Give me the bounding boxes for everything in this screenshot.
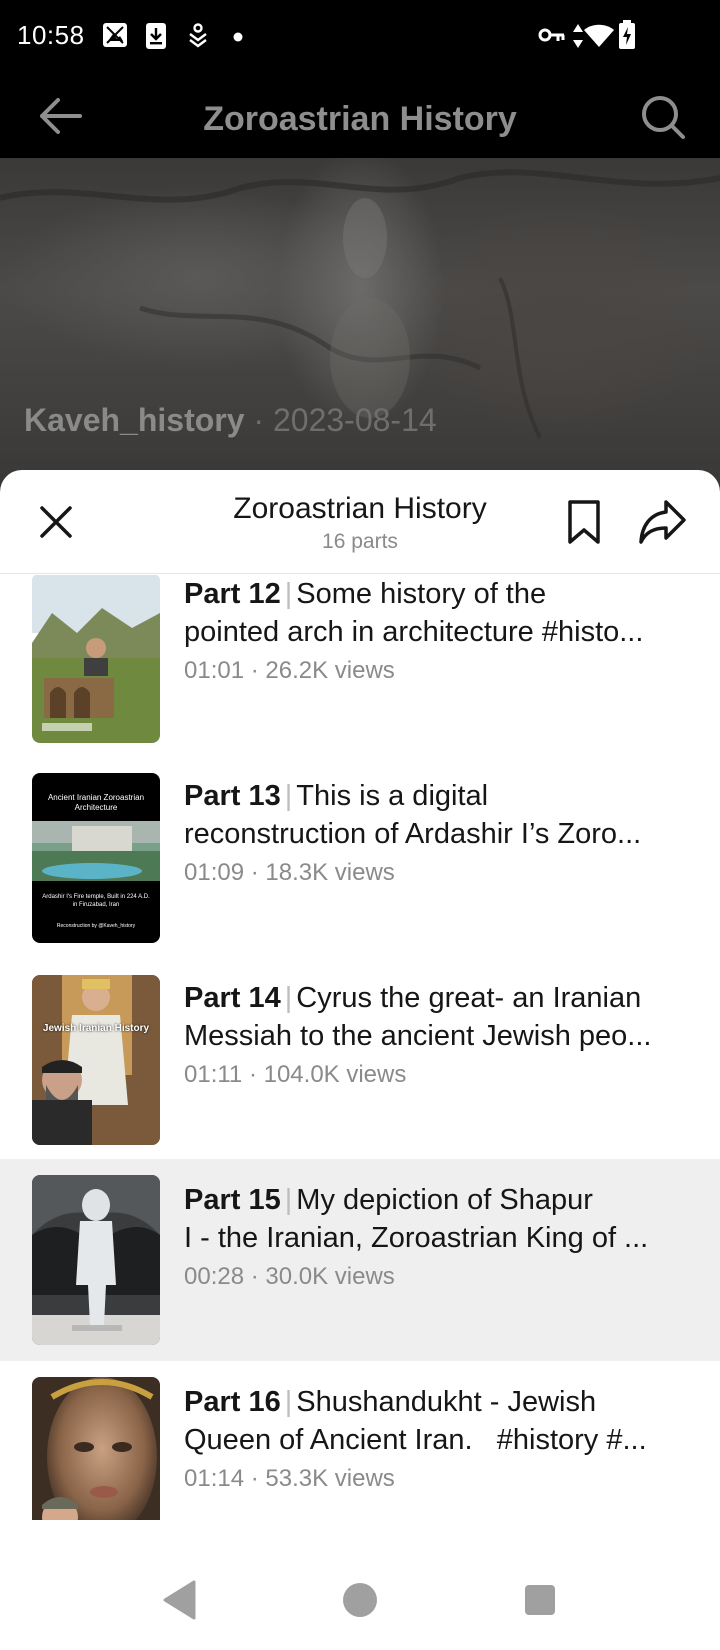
part-duration: 01:14 xyxy=(184,1465,245,1492)
nav-recents-icon[interactable] xyxy=(523,1580,557,1625)
part-title-line2: Queen of Ancient Iran. #history #... xyxy=(184,1424,647,1456)
part-views: 104.0K views xyxy=(263,1061,407,1088)
part-views: 18.3K views xyxy=(265,859,395,886)
app-header: Zoroastrian History xyxy=(0,74,720,158)
part-number: Part 13 xyxy=(184,780,281,812)
video-caption: Kaveh_history · 2023-08-14 xyxy=(24,402,437,439)
part-number: Part 15 xyxy=(184,1184,281,1216)
parts-list[interactable]: Part 12 | Some history of the pointed arch… xyxy=(0,575,720,1520)
sheet-title: Zoroastrian History xyxy=(233,492,487,525)
video-date: 2023-08-14 xyxy=(272,402,437,438)
thumb-heading: Jewish Iranian History xyxy=(42,1023,150,1034)
list-item-part-13[interactable]: Ancient Iranian Zoroastrian Architecture… xyxy=(0,755,720,957)
bookmark-icon[interactable] xyxy=(564,498,604,546)
part-title-line1: Shushandukht - Jewish xyxy=(296,1386,597,1418)
list-item-part-12[interactable]: Part 12 | Some history of the pointed arch… xyxy=(0,575,720,755)
part-13-thumbnail: Ancient Iranian Zoroastrian Architecture… xyxy=(32,773,160,943)
list-item-part-15[interactable]: Part 15 | My depiction of Shapur I - the I… xyxy=(0,1159,720,1361)
thumb-credit: Reconstruction by @Kaveh_history xyxy=(56,923,136,929)
part-title-line1: Cyrus the great- an Iranian xyxy=(296,982,642,1014)
list-item-part-16[interactable]: Part 16 | Shushandukht - Jewish Queen of A… xyxy=(0,1361,720,1520)
status-bar: 10:58 xyxy=(0,0,720,74)
status-time: 10:58 xyxy=(17,20,85,50)
list-item-part-14[interactable]: Jewish Iranian History Part 14 | Cyrus the… xyxy=(0,957,720,1159)
part-duration: 01:11 xyxy=(184,1061,243,1088)
download-icon xyxy=(145,22,167,55)
part-duration: 00:28 xyxy=(184,1263,245,1290)
thumb-caption: Ardashir I's Fire temple, Built in 224 A… xyxy=(42,894,150,908)
part-title-line1: My depiction of Shapur xyxy=(296,1184,593,1216)
sheet-header: Zoroastrian History 16 parts xyxy=(0,470,720,574)
part-12-thumbnail xyxy=(32,575,160,743)
part-number: Part 14 xyxy=(184,982,281,1014)
part-views: 26.2K views xyxy=(265,657,395,684)
dot-icon xyxy=(233,29,243,47)
sheet-subtitle: 16 parts xyxy=(322,530,398,553)
part-title-line2: pointed arch in architecture #histo... xyxy=(184,616,644,648)
part-duration: 01:09 xyxy=(184,859,245,886)
thumb-heading: Ancient Iranian Zoroastrian Architecture xyxy=(47,793,145,812)
part-title-line2: Messiah to the ancient Jewish peo... xyxy=(184,1020,652,1052)
part-duration: 01:01 xyxy=(184,657,245,684)
part-number: Part 16 xyxy=(184,1386,281,1418)
nav-home-icon[interactable] xyxy=(342,1580,378,1625)
caption-separator: · xyxy=(244,402,273,438)
part-14-thumbnail: Jewish Iranian History xyxy=(32,975,160,1145)
playlist-sheet: Zoroastrian History 16 parts Part 12 | S… xyxy=(0,470,720,1650)
part-16-thumbnail xyxy=(32,1377,160,1520)
share-icon[interactable] xyxy=(638,498,688,546)
part-15-thumbnail xyxy=(32,1175,160,1345)
photo-icon xyxy=(102,22,128,53)
key-icon xyxy=(538,26,566,49)
part-title-line1: Some history of the xyxy=(296,578,547,610)
part-title-line1: This is a digital xyxy=(296,780,489,812)
video-author[interactable]: Kaveh_history xyxy=(24,402,245,438)
part-number: Part 12 xyxy=(184,578,281,610)
part-title-line2: I - the Iranian, Zoroastrian King of ... xyxy=(184,1222,649,1254)
part-title-line2: reconstruction of Ardashir I’s Zoro... xyxy=(184,818,642,850)
vpn-alt-icon xyxy=(187,22,209,55)
battery-charging-icon xyxy=(618,20,636,55)
part-views: 53.3K views xyxy=(265,1465,395,1492)
system-nav-bar xyxy=(0,1550,720,1650)
wifi-icon xyxy=(583,24,615,53)
video-preview[interactable]: Kaveh_history · 2023-08-14 xyxy=(0,158,720,488)
search-icon[interactable] xyxy=(640,94,686,140)
nav-back-icon[interactable] xyxy=(162,1580,196,1625)
part-views: 30.0K views xyxy=(265,1263,395,1290)
page-title: Zoroastrian History xyxy=(203,100,517,138)
